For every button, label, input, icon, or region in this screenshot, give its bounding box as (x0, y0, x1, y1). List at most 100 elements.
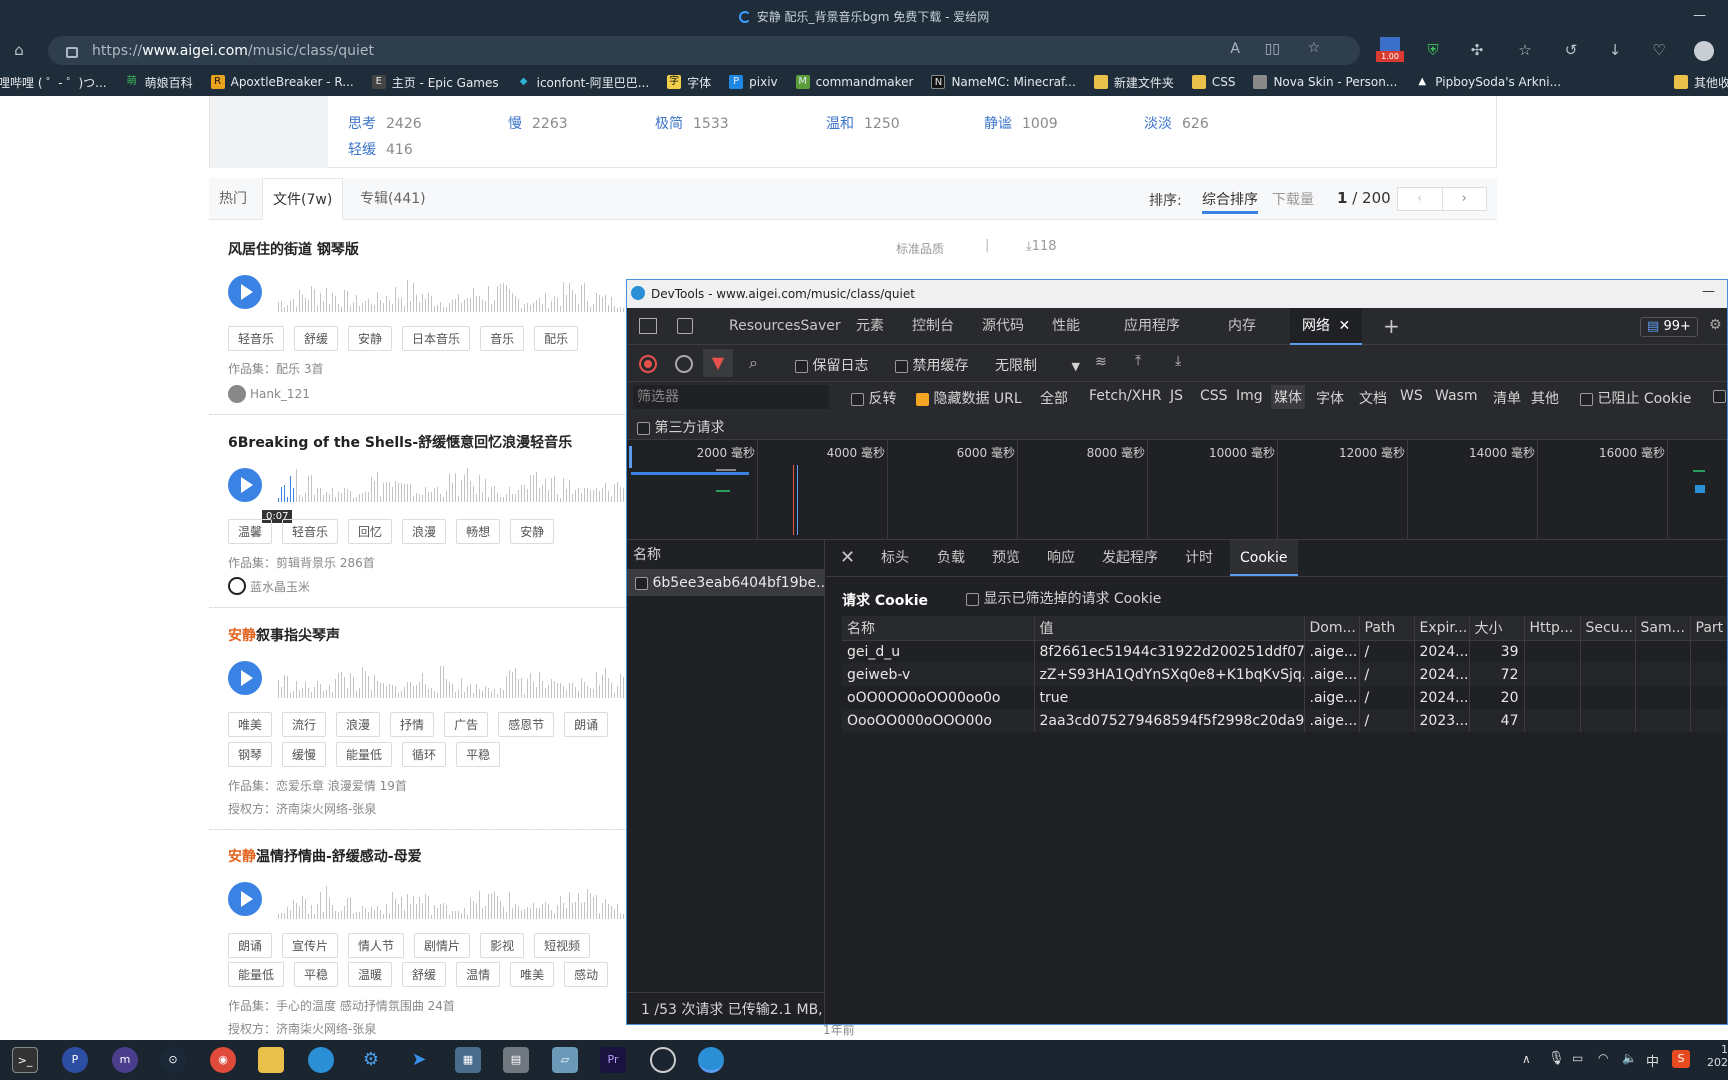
download-icon[interactable]: ↓ (1604, 41, 1626, 59)
tag-pill[interactable]: 钢琴 (228, 742, 273, 767)
tag-pill[interactable]: 循环 (402, 742, 447, 767)
tag-pill[interactable]: 感恩节 (498, 712, 555, 737)
profile-avatar[interactable] (1694, 41, 1714, 61)
tag-pill[interactable]: 抒情 (390, 712, 435, 737)
network-conditions-icon[interactable]: ≋ (1095, 354, 1107, 370)
tag-pill[interactable]: 宣传片 (282, 933, 339, 958)
battery-icon[interactable]: ▭ (1572, 1051, 1583, 1065)
waveform[interactable] (278, 658, 628, 698)
split-screen-icon[interactable]: ▯▯ (1265, 41, 1280, 57)
tag-pill[interactable]: 轻音乐 (228, 326, 285, 351)
download-har-icon[interactable]: ⤓ (1175, 353, 1181, 369)
throttle-select[interactable]: 无限制 ▼ (995, 355, 1080, 375)
column-header[interactable]: Part (1690, 616, 1727, 641)
song-title[interactable]: 安静叙事指尖琴声 (228, 625, 340, 645)
tab-response[interactable]: 响应 (1047, 540, 1075, 576)
tag-pill[interactable]: 舒缓 (294, 326, 339, 351)
bookmark-item[interactable]: 哩哔哩 ( ゜- ゜)つ... (0, 74, 107, 91)
waveform[interactable] (278, 462, 628, 502)
tab-application[interactable]: 应用程序 (1124, 308, 1180, 345)
tag-pill[interactable]: 畅想 (456, 519, 501, 544)
record-icon[interactable] (639, 355, 657, 373)
table-row[interactable]: OooOO000oOOO00o 2aa3cd075279468594f5f299… (842, 709, 1727, 732)
album-info[interactable]: 作品集：手心的温度 感动抒情氛围曲 24首 (228, 997, 455, 1014)
home-icon[interactable]: ⌂ (8, 41, 30, 59)
tag-pill[interactable]: 轻音乐 (282, 519, 339, 544)
tag-item[interactable]: 温和 1250 (826, 113, 900, 133)
blocked-cookies-checkbox[interactable]: 已阻止 Cookie (1580, 388, 1691, 408)
edge-icon[interactable] (308, 1047, 334, 1073)
column-header[interactable]: Http... (1524, 616, 1581, 641)
column-header[interactable]: Secu... (1580, 616, 1636, 641)
name-column-header[interactable]: 名称 (627, 540, 824, 570)
volume-icon[interactable]: 🔈 (1622, 1051, 1637, 1065)
bookmark-item[interactable]: CSS (1191, 75, 1235, 89)
tag-pill[interactable]: 温情 (456, 962, 501, 987)
tag-pill[interactable]: 缓慢 (282, 742, 327, 767)
tab-payload[interactable]: 负载 (937, 540, 965, 576)
tag-pill[interactable]: 平稳 (456, 742, 501, 767)
inspect-icon[interactable] (639, 318, 657, 334)
album-info[interactable]: 作品集：剪辑背景乐 286首 (228, 554, 375, 571)
app-mo-icon[interactable]: m (112, 1047, 138, 1073)
tag-pill[interactable]: 广告 (444, 712, 489, 737)
album-info[interactable]: 作品集：配乐 3首 (228, 360, 323, 377)
clear-icon[interactable] (675, 355, 693, 373)
table-row[interactable]: oOO0OO0oOO00oo0o true .aige... / 2024...… (842, 686, 1727, 709)
album-info[interactable]: 作品集：恋爱乐章 浪漫爱情 19首 (228, 777, 407, 794)
bookmark-item[interactable]: Ppixiv (729, 75, 778, 89)
song-title[interactable]: 6Breaking of the Shells-舒缓惬意回忆浪漫轻音乐 (228, 432, 572, 452)
column-header[interactable]: 名称 (842, 616, 1035, 641)
steam-icon[interactable]: ⊙ (160, 1047, 186, 1073)
bookmark-item[interactable]: 新建文件夹 (1093, 74, 1174, 91)
bookmark-item[interactable]: 萌萌娘百科 (125, 74, 193, 91)
tag-pill[interactable]: 安静 (510, 519, 555, 544)
tag-pill[interactable]: 音乐 (480, 326, 525, 351)
filter-input[interactable]: 筛选器 (633, 385, 829, 409)
notes-icon[interactable]: ▱ (552, 1047, 578, 1073)
microphone-icon[interactable]: 🎙 (1548, 1051, 1565, 1066)
favorites-icon[interactable]: ☆ (1514, 41, 1536, 59)
search-icon[interactable]: ⌕ (749, 353, 758, 373)
tab-console[interactable]: 控制台 (912, 308, 954, 345)
tab-network[interactable]: 网络 ✕ (1290, 308, 1363, 345)
upload-icon[interactable]: ⤒ (1135, 353, 1141, 369)
tag-pill[interactable]: 情人节 (348, 933, 405, 958)
bookmark-other[interactable]: 其他收 (1674, 74, 1728, 91)
column-header[interactable]: Sam... (1635, 616, 1691, 641)
close-icon[interactable]: ✕ (1338, 318, 1350, 334)
recorder-icon[interactable] (650, 1047, 676, 1073)
sort-comprehensive[interactable]: 综合排序 (1202, 189, 1258, 214)
table-row[interactable]: gei_d_u 8f2661ec51944c31922d200251ddf07a… (842, 640, 1727, 663)
tray-chevron-icon[interactable]: ∧ (1522, 1052, 1531, 1066)
author[interactable]: 蓝水晶玉米 (228, 577, 310, 595)
bookmark-item[interactable]: N NameMC: Minecraf... (931, 75, 1076, 89)
add-tab-icon[interactable]: + (1383, 308, 1400, 345)
favorite-star-icon[interactable]: ☆ (1307, 40, 1320, 56)
waveform[interactable] (278, 272, 628, 312)
hide-data-url-checkbox[interactable]: 隐藏数据 URL (916, 388, 1022, 408)
tab-elements[interactable]: 元素 (856, 308, 884, 345)
filter-fetch-xhr[interactable]: Fetch/XHR (1089, 388, 1162, 404)
tag-pill[interactable]: 浪漫 (402, 519, 447, 544)
filter-ws[interactable]: WS (1400, 388, 1423, 404)
waveform[interactable] (278, 879, 628, 919)
filter-css[interactable]: CSS (1200, 388, 1228, 404)
tag-pill[interactable]: 唯美 (510, 962, 555, 987)
tag-pill[interactable]: 流行 (282, 712, 327, 737)
tag-pill[interactable]: 朗诵 (564, 712, 609, 737)
filter-other[interactable]: 其他 (1531, 388, 1559, 408)
devtools-minimize-icon[interactable]: — (1702, 284, 1715, 299)
clock[interactable]: 1 202 (1704, 1043, 1728, 1069)
column-header[interactable]: 值 (1034, 616, 1305, 641)
column-header[interactable]: Dom... (1304, 616, 1360, 641)
tag-pill[interactable]: 温馨 (228, 519, 273, 544)
disable-cache-checkbox[interactable]: 禁用缓存 (895, 355, 968, 375)
tab-performance[interactable]: 性能 (1052, 308, 1080, 345)
bookmark-item[interactable]: ▲ PipboySoda's Arkni... (1415, 75, 1561, 89)
tag-item[interactable]: 思考 2426 (348, 113, 422, 133)
tag-pill[interactable]: 舒缓 (402, 962, 447, 987)
tag-pill[interactable]: 温暖 (348, 962, 393, 987)
filter-js[interactable]: JS (1170, 388, 1183, 404)
filter-icon[interactable]: ▼ (703, 349, 733, 377)
